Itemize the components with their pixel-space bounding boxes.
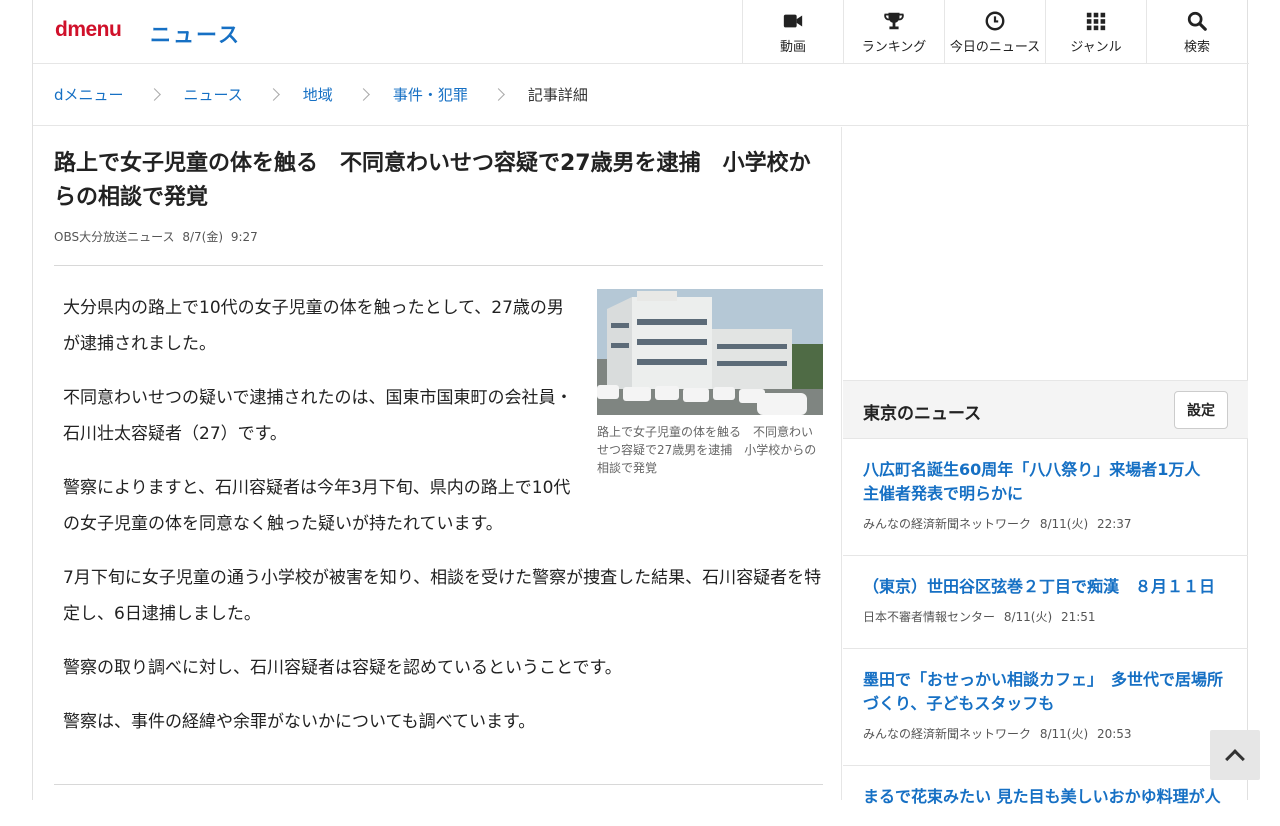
article-figure: 路上で女子児童の体を触る 不同意わいせつ容疑で27歳男を逮捕 小学校からの相談で… xyxy=(597,289,823,477)
sidebar-news-item[interactable]: 墨田で「おせっかい相談カフェ」 多世代で居場所づくり、子どもスタッフも みんなの… xyxy=(843,649,1248,766)
sidebar-news-title[interactable]: まるで花束みたい 見た目も美しいおかゆ料理が人 xyxy=(863,785,1228,809)
article-paragraph: 警察によりますと、石川容疑者は今年3月下旬、県内の路上で10代の女子児童の体を同… xyxy=(63,478,571,534)
sidebar-news-source: 日本不審者情報センター xyxy=(863,610,996,624)
nav-search-label: 検索 xyxy=(1183,40,1210,55)
sidebar-news-time: 22:37 xyxy=(1096,517,1132,531)
breadcrumb-crime[interactable]: 事件・犯罪 xyxy=(393,84,468,105)
trophy-icon xyxy=(884,12,904,30)
nav-ranking[interactable]: ランキング xyxy=(843,0,944,63)
police-building-image xyxy=(597,289,823,415)
nav-genre-label: ジャンル xyxy=(1070,40,1122,55)
divider xyxy=(54,265,823,266)
article-source[interactable]: OBS大分放送ニュース xyxy=(54,230,175,244)
chevron-right-icon xyxy=(491,88,505,101)
chevron-right-icon xyxy=(356,88,370,101)
sidebar-news-meta: 日本不審者情報センター 8/11(火) 21:51 xyxy=(863,608,1228,625)
nav-today-news-label: 今日のニュース xyxy=(949,40,1041,55)
sidebar-news-time: 20:53 xyxy=(1096,727,1132,741)
sidebar-news-source: みんなの経済新聞ネットワーク xyxy=(863,727,1032,741)
article-paragraph: 不同意わいせつの疑いで逮捕されたのは、国東市国東町の会社員・石川壮太容疑者（27… xyxy=(63,388,573,444)
header-nav: 動画 ランキング 今日のニュース ジャンル 検索 xyxy=(742,0,1247,63)
grid-icon xyxy=(1086,12,1106,31)
nav-video-label: 動画 xyxy=(779,40,806,55)
sidebar-news-date: 8/11(火) xyxy=(1039,517,1089,531)
dmenu-logo[interactable]: dmenu xyxy=(55,18,122,42)
article-photo[interactable] xyxy=(597,289,823,415)
search-icon xyxy=(1187,11,1207,31)
sidebar: 東京のニュース 設定 八広町名誕生60周年「八八祭り」来場者1万人 主催者発表で… xyxy=(843,127,1248,806)
article-paragraph: 警察の取り調べに対し、石川容疑者は容疑を認めているということです。 xyxy=(63,658,622,678)
nav-ranking-label: ランキング xyxy=(861,40,927,55)
page: dmenu ニュース 動画 ランキング 今日のニュース ジャンル 検索 dメニュ… xyxy=(32,0,1249,806)
article-byline: OBS大分放送ニュース 8/7(金) 9:27 xyxy=(54,228,262,245)
chevron-right-icon xyxy=(266,88,280,101)
sidebar-header: 東京のニュース 設定 xyxy=(843,380,1248,439)
breadcrumb: dメニュー ニュース 地域 事件・犯罪 記事詳細 xyxy=(33,64,1249,126)
breadcrumb-news[interactable]: ニュース xyxy=(184,84,243,105)
sidebar-news-item[interactable]: 八広町名誕生60周年「八八祭り」来場者1万人 主催者発表で明らかに みんなの経済… xyxy=(843,439,1248,556)
article-main: 路上で女子児童の体を触る 不同意わいせつ容疑で27歳男を逮捕 小学校からの相談で… xyxy=(33,127,842,800)
nav-video[interactable]: 動画 xyxy=(742,0,843,63)
settings-button[interactable]: 設定 xyxy=(1174,391,1228,429)
breadcrumb-region[interactable]: 地域 xyxy=(303,84,333,105)
divider xyxy=(54,784,823,785)
article-title: 路上で女子児童の体を触る 不同意わいせつ容疑で27歳男を逮捕 小学校からの相談で… xyxy=(54,151,811,210)
sidebar-news-date: 8/11(火) xyxy=(1039,727,1089,741)
clock-icon xyxy=(985,11,1005,31)
sidebar-news-title[interactable]: （東京）世田谷区弦巻２丁目で痴漢 ８月１１日 xyxy=(863,575,1228,599)
sidebar-news-title[interactable]: 八広町名誕生60周年「八八祭り」来場者1万人 主催者発表で明らかに xyxy=(863,458,1228,506)
sidebar-news-meta: みんなの経済新聞ネットワーク 8/11(火) 22:37 xyxy=(863,515,1228,532)
section-title[interactable]: ニュース xyxy=(150,19,241,49)
sidebar-news-meta: みんなの経済新聞ネットワーク 8/11(火) 20:53 xyxy=(863,725,1228,742)
article-time: 9:27 xyxy=(230,230,258,244)
article-paragraph: 警察は、事件の経緯や余罪がないかについても調べています。 xyxy=(63,712,536,732)
sidebar-title: 東京のニュース xyxy=(863,404,982,424)
article-date: 8/7(金) xyxy=(182,230,224,244)
sidebar-news-source: みんなの経済新聞ネットワーク xyxy=(863,517,1032,531)
back-to-top-button[interactable] xyxy=(1210,730,1260,780)
video-camera-icon xyxy=(783,14,803,28)
chevron-up-icon xyxy=(1225,749,1245,769)
nav-today-news[interactable]: 今日のニュース xyxy=(944,0,1045,63)
nav-search[interactable]: 検索 xyxy=(1146,0,1247,63)
sidebar-news-title[interactable]: 墨田で「おせっかい相談カフェ」 多世代で居場所づくり、子どもスタッフも xyxy=(863,668,1228,716)
sidebar-news-time: 21:51 xyxy=(1060,610,1096,624)
nav-genre[interactable]: ジャンル xyxy=(1045,0,1146,63)
sidebar-news-list: 八広町名誕生60周年「八八祭り」来場者1万人 主催者発表で明らかに みんなの経済… xyxy=(843,439,1248,826)
chevron-right-icon xyxy=(147,88,161,101)
ad-space xyxy=(843,127,1248,380)
breadcrumb-current: 記事詳細 xyxy=(527,86,588,104)
article-paragraph: 大分県内の路上で10代の女子児童の体を触ったとして、27歳の男が逮捕されました。 xyxy=(63,298,564,354)
sidebar-news-item[interactable]: まるで花束みたい 見た目も美しいおかゆ料理が人 xyxy=(843,766,1248,826)
sidebar-news-date: 8/11(火) xyxy=(1003,610,1053,624)
breadcrumb-dmenu[interactable]: dメニュー xyxy=(54,84,124,105)
article-paragraph: 7月下旬に女子児童の通う小学校が被害を知り、相談を受けた警察が捜査した結果、石川… xyxy=(63,568,822,624)
sidebar-news-item[interactable]: （東京）世田谷区弦巻２丁目で痴漢 ８月１１日 日本不審者情報センター 8/11(… xyxy=(843,556,1248,649)
site-header: dmenu ニュース 動画 ランキング 今日のニュース ジャンル 検索 xyxy=(33,0,1249,64)
image-caption: 路上で女子児童の体を触る 不同意わいせつ容疑で27歳男を逮捕 小学校からの相談で… xyxy=(597,425,817,475)
